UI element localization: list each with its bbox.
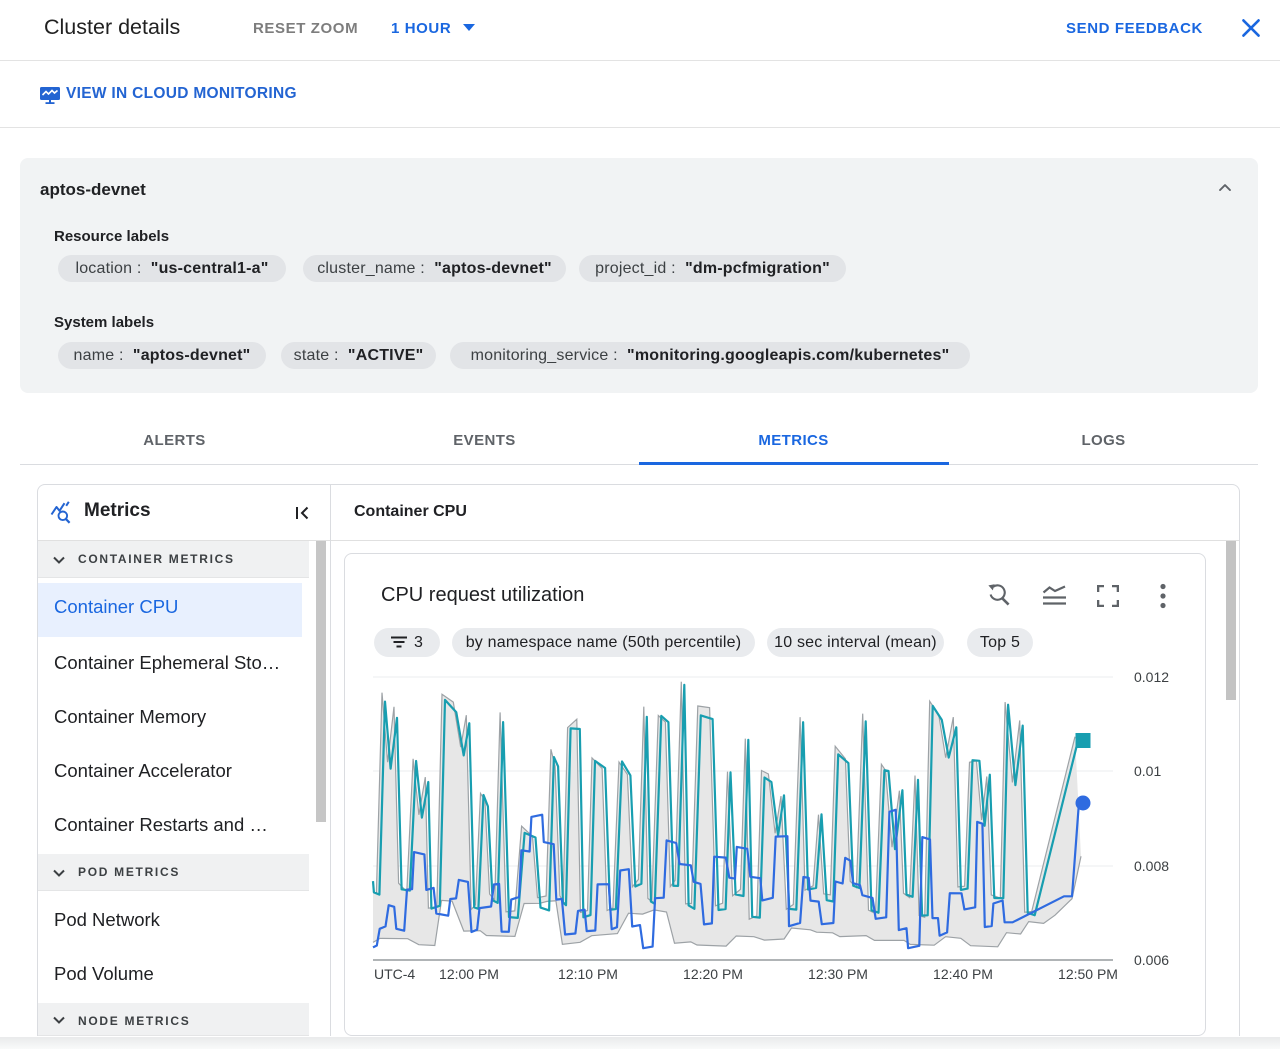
svg-text:0.008: 0.008 xyxy=(1134,858,1169,874)
svg-text:12:00 PM: 12:00 PM xyxy=(439,966,499,982)
svg-text:12:20 PM: 12:20 PM xyxy=(683,966,743,982)
svg-text:0.01: 0.01 xyxy=(1134,763,1161,779)
svg-text:0.012: 0.012 xyxy=(1134,669,1169,685)
svg-text:12:40 PM: 12:40 PM xyxy=(933,966,993,982)
svg-text:12:10 PM: 12:10 PM xyxy=(558,966,618,982)
svg-text:UTC-4: UTC-4 xyxy=(374,966,415,982)
svg-text:12:50 PM: 12:50 PM xyxy=(1058,966,1118,982)
svg-text:12:30 PM: 12:30 PM xyxy=(808,966,868,982)
svg-text:0.006: 0.006 xyxy=(1134,952,1169,968)
